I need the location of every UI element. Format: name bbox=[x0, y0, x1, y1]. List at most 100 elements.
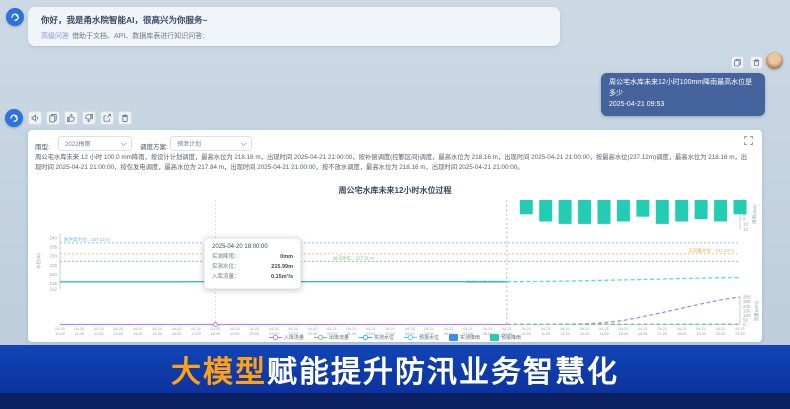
svg-text:04-20: 04-20 bbox=[211, 327, 221, 331]
ai-avatar bbox=[5, 109, 23, 127]
svg-text:04-21: 04-21 bbox=[405, 327, 415, 331]
svg-text:04-21: 04-21 bbox=[696, 327, 706, 331]
chart-legend: 入库流量 出库流量 实测水位 预报水位 实测降雨 预报降雨 bbox=[28, 334, 762, 341]
svg-text:212: 212 bbox=[49, 287, 57, 292]
svg-text:04-21: 04-21 bbox=[424, 327, 434, 331]
legend-item[interactable]: 入库流量 bbox=[269, 334, 304, 341]
rain-type-select[interactable]: 2022梅雨 bbox=[58, 136, 132, 151]
user-message-time: 2025-04-21 09:53 bbox=[609, 100, 757, 111]
svg-text:04-21: 04-21 bbox=[463, 327, 473, 331]
app-window: 你好，我是甬水院智能AI，很高兴为你服务~ 高级问答借助于文档、API、数据库表… bbox=[0, 0, 790, 409]
svg-text:04-21: 04-21 bbox=[327, 327, 337, 331]
banner-highlight: 大模型 bbox=[171, 347, 267, 391]
fullscreen-icon[interactable] bbox=[743, 135, 754, 146]
greeting-title: 你好，我是甬水院智能AI，很高兴为你服务~ bbox=[41, 14, 207, 26]
svg-text:04-20: 04-20 bbox=[172, 327, 182, 331]
chevron-down-icon bbox=[120, 142, 127, 147]
svg-text:04-21: 04-21 bbox=[444, 327, 454, 331]
footer-strip bbox=[0, 393, 790, 409]
svg-text:04-21: 04-21 bbox=[560, 327, 570, 331]
result-summary: 周公宅水库未来 12 小时 100.0 mm降雨，按设计计划调度，最高水位为 2… bbox=[35, 153, 753, 174]
thumbs-up-icon[interactable] bbox=[64, 111, 78, 125]
svg-text:240: 240 bbox=[49, 235, 57, 240]
svg-text:04-21: 04-21 bbox=[385, 327, 395, 331]
svg-text:04-20: 04-20 bbox=[288, 327, 298, 331]
svg-text:04-20: 04-20 bbox=[113, 327, 123, 331]
svg-text:04-21: 04-21 bbox=[366, 327, 376, 331]
svg-text:220: 220 bbox=[49, 272, 57, 277]
svg-text:04-20: 04-20 bbox=[94, 327, 104, 331]
tooltip-rows: 实测降雨：0mm实测水位：215.99m入库流量：0.15m³/s bbox=[212, 253, 293, 283]
trash-icon[interactable] bbox=[118, 111, 132, 125]
svg-text:04-21: 04-21 bbox=[599, 327, 609, 331]
chart-tooltip: 2025-04-20 18:00:00 实测降雨：0mm实测水位：215.99m… bbox=[204, 238, 301, 289]
legend-item[interactable]: 出库流量 bbox=[314, 334, 349, 341]
rain-type-label: 雨型: bbox=[35, 141, 50, 151]
voice-icon[interactable] bbox=[28, 111, 42, 125]
svg-text:台汛水位：227.11 m: 台汛水位：227.11 m bbox=[333, 254, 374, 261]
assistant-greeting-bubble: 你好，我是甬水院智能AI，很高兴为你服务~ 高级问答借助于文档、API、数据库表… bbox=[28, 7, 560, 46]
svg-text:流量(m³/s): 流量(m³/s) bbox=[753, 300, 760, 321]
banner-text: 赋能提升防汛业务智慧化 bbox=[267, 347, 619, 391]
greeting-subtitle: 借助于文档、API、数据库表进行知识问答; bbox=[72, 33, 204, 40]
svg-text:04-21: 04-21 bbox=[580, 327, 590, 331]
ai-logo-icon bbox=[8, 112, 20, 124]
plan-select[interactable]: 预泄计划 bbox=[170, 136, 252, 151]
svg-text:04-20: 04-20 bbox=[133, 327, 143, 331]
tooltip-row: 实测水位：215.99m bbox=[212, 263, 293, 273]
chevron-down-icon bbox=[240, 142, 247, 147]
greeting-tag: 高级问答 bbox=[41, 33, 69, 40]
thumbs-down-icon[interactable] bbox=[82, 111, 96, 125]
svg-text:230: 230 bbox=[49, 254, 57, 259]
svg-text:防洪高水位：237.12 m: 防洪高水位：237.12 m bbox=[64, 236, 110, 243]
ai-avatar bbox=[6, 8, 24, 26]
legend-item[interactable]: 实测降雨 bbox=[449, 334, 480, 341]
svg-text:04-21: 04-21 bbox=[638, 327, 648, 331]
svg-text:04-20: 04-20 bbox=[75, 327, 85, 331]
user-message-text: 周公宅水库未来12小时100mm降雨最高水位是多少 bbox=[609, 78, 757, 100]
svg-text:04-21: 04-21 bbox=[483, 327, 493, 331]
tooltip-title: 2025-04-20 18:00:00 bbox=[212, 244, 293, 250]
plan-label: 调度方案: bbox=[140, 141, 168, 151]
svg-text:04-21: 04-21 bbox=[502, 327, 512, 331]
message-actions bbox=[731, 56, 763, 69]
svg-text:04-20: 04-20 bbox=[308, 327, 318, 331]
answer-panel: 雨型: 2022梅雨 调度方案: 预泄计划 周公宅水库未来 12 小时 100.… bbox=[28, 130, 762, 342]
greeting-subtitle-row: 高级问答借助于文档、API、数据库表进行知识问答; bbox=[41, 31, 204, 41]
svg-text:04-21: 04-21 bbox=[541, 327, 551, 331]
svg-text:235: 235 bbox=[49, 244, 57, 249]
answer-toolbar bbox=[28, 111, 132, 125]
svg-text:04-21: 04-21 bbox=[619, 327, 629, 331]
tooltip-row: 入库流量：0.15m³/s bbox=[212, 273, 293, 283]
export-icon[interactable] bbox=[100, 111, 114, 125]
user-avatar[interactable] bbox=[766, 52, 783, 69]
svg-text:215: 215 bbox=[49, 281, 57, 286]
rain-type-value: 2022梅雨 bbox=[65, 139, 90, 148]
svg-text:04-21: 04-21 bbox=[735, 327, 745, 331]
copy-icon[interactable] bbox=[46, 111, 60, 125]
bottom-banner: 大模型赋能提升防汛业务智慧化 bbox=[0, 345, 790, 393]
svg-text:12: 12 bbox=[743, 226, 749, 231]
chart-title: 周公宅水库未来12小时水位过程 bbox=[28, 185, 762, 196]
svg-text:正常蓄水位：231.13 m: 正常蓄水位：231.13 m bbox=[688, 247, 734, 254]
trash-icon[interactable] bbox=[750, 56, 763, 69]
legend-item[interactable]: 实测水位 bbox=[359, 334, 394, 341]
svg-text:降雨(mm): 降雨(mm) bbox=[751, 204, 758, 224]
legend-item[interactable]: 预报降雨 bbox=[490, 334, 521, 341]
svg-text:04-20: 04-20 bbox=[152, 327, 162, 331]
svg-text:04-20: 04-20 bbox=[55, 327, 65, 331]
svg-text:04-20: 04-20 bbox=[191, 327, 201, 331]
svg-text:04-21: 04-21 bbox=[677, 327, 687, 331]
svg-text:04-20: 04-20 bbox=[269, 327, 279, 331]
user-message-bubble: 周公宅水库未来12小时100mm降雨最高水位是多少 2025-04-21 09:… bbox=[601, 73, 765, 116]
ai-logo-icon bbox=[9, 11, 21, 23]
svg-text:04-20: 04-20 bbox=[249, 327, 259, 331]
legend-item[interactable]: 预报水位 bbox=[404, 334, 439, 341]
svg-text:225: 225 bbox=[49, 263, 57, 268]
svg-text:水位(m): 水位(m) bbox=[35, 253, 41, 269]
copy-icon[interactable] bbox=[731, 56, 744, 69]
svg-text:04-21: 04-21 bbox=[347, 327, 357, 331]
svg-text:04-21: 04-21 bbox=[521, 327, 531, 331]
plan-value: 预泄计划 bbox=[177, 139, 201, 148]
svg-text:04-21: 04-21 bbox=[716, 327, 726, 331]
